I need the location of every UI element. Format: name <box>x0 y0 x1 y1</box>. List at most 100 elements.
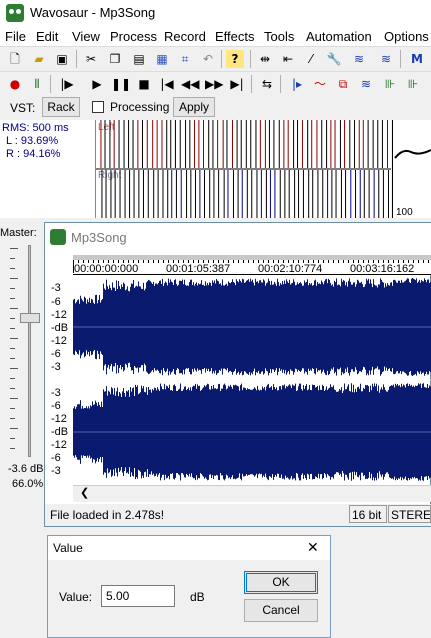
dialog-title-bar <box>48 536 330 560</box>
scale-label: -dB <box>51 322 69 334</box>
master-label: Master: <box>0 227 37 239</box>
fast-forward-icon[interactable]: ▶▶ <box>205 75 223 93</box>
scale-label: -dB <box>51 426 69 438</box>
left-rms-value: L : 93.69% <box>6 135 59 147</box>
timeline-label: 00:03:16:162 <box>350 263 415 275</box>
eq-icon[interactable]: ⊪ <box>404 75 422 93</box>
right-rms-value: R : 94.16% <box>6 148 61 160</box>
analysis-icon[interactable]: ⊪ <box>381 75 399 93</box>
menu-view[interactable]: View <box>72 29 100 44</box>
ok-button[interactable]: OK <box>244 571 318 594</box>
record-icon[interactable]: ● <box>6 75 24 93</box>
paste-special-icon[interactable]: ▦ <box>153 50 171 68</box>
rewind-icon[interactable]: ◀◀ <box>181 75 199 93</box>
meter-icon[interactable]: ⦀ <box>28 75 46 93</box>
level-scope: Left Right <box>95 120 391 218</box>
scale-label: -12 <box>51 413 67 425</box>
menu-edit[interactable]: Edit <box>36 29 58 44</box>
scale-label: -12 <box>51 335 67 347</box>
master-fader-thumb[interactable] <box>20 313 40 323</box>
processing-checkbox[interactable] <box>92 101 104 113</box>
processing-label: Processing <box>110 100 170 114</box>
waveform-icon[interactable]: ≋ <box>350 50 368 68</box>
help-icon[interactable]: ? <box>226 50 244 68</box>
toolbar-separator <box>76 50 77 68</box>
timeline-label: 00:02:10:774 <box>258 263 323 275</box>
paste-icon[interactable]: ▤ <box>130 50 148 68</box>
master-panel <box>0 222 44 492</box>
menu-automation[interactable]: Automation <box>306 29 372 44</box>
menu-record[interactable]: Record <box>164 29 206 44</box>
reverse-waveform-icon[interactable]: ≋ <box>377 50 395 68</box>
scale-label: -3 <box>51 282 61 294</box>
menu-effects[interactable]: Effects <box>215 29 255 44</box>
copy-region-icon[interactable]: ⧉ <box>334 75 352 93</box>
go-to-start-icon[interactable]: |◀ <box>158 75 176 93</box>
scroll-left-arrow-icon[interactable]: ❮ <box>80 486 89 499</box>
db-scale: -3 -6 -12 -dB -12 -6 -3 -3 -6 -12 -dB -1… <box>45 275 73 485</box>
scale-label: -12 <box>51 309 67 321</box>
menu-file[interactable]: File <box>5 29 26 44</box>
scale-label: -6 <box>51 400 61 412</box>
toolbar-separator <box>50 75 51 93</box>
document-icon <box>50 229 66 245</box>
transport-toolbar: ● ⦀ |▶ ▶ ❚❚ ■ |◀ ◀◀ ▶▶ ▶| ⇆ |▸ 〜 ⧉ ≋ ⊪ ⊪ <box>0 71 431 95</box>
save-icon[interactable]: ▣ <box>53 50 71 68</box>
fade-icon[interactable]: ⁄ <box>302 50 320 68</box>
scale-label: -3 <box>51 387 61 399</box>
open-folder-icon[interactable]: ▰ <box>30 50 48 68</box>
crop-icon[interactable]: ⌗ <box>176 50 194 68</box>
master-percent-value: 66.0% <box>12 478 44 490</box>
wavosaur-app-icon <box>6 4 24 22</box>
play-icon[interactable]: ▶ <box>88 75 106 93</box>
main-toolbar: 🗋 ▰ ▣ ✂ ❐ ▤ ▦ ⌗ ↶ ? ⇹ ⇤ ⁄ 🔧 ≋ ≋ M <box>0 46 431 70</box>
toolbar-separator <box>400 50 401 68</box>
scope-graph: Left Right <box>96 120 391 218</box>
loop-icon[interactable]: ⇆ <box>258 75 276 93</box>
scale-label: -6 <box>51 348 61 360</box>
normalize-icon[interactable]: ⇹ <box>256 50 274 68</box>
menu-process[interactable]: Process <box>110 29 157 44</box>
copy-icon[interactable]: ❐ <box>106 50 124 68</box>
stop-icon[interactable]: ■ <box>135 75 153 93</box>
waveform-display[interactable] <box>73 275 431 485</box>
wrench-icon[interactable]: 🔧 <box>325 50 343 68</box>
ruler-band <box>73 255 431 260</box>
scale-label: -6 <box>51 296 61 308</box>
bit-depth-indicator: 16 bit <box>349 505 387 523</box>
scale-label: -12 <box>51 439 67 451</box>
scale-label: -3 <box>51 465 61 477</box>
scale-label: -6 <box>51 452 61 464</box>
toolbar-separator <box>251 75 252 93</box>
envelope-icon[interactable]: 〜 <box>311 75 329 93</box>
spectrum-icon[interactable]: ≋ <box>357 75 375 93</box>
value-input[interactable] <box>101 585 175 607</box>
master-tick-marks <box>10 248 18 449</box>
menu-bar: File Edit View Process Record Effects To… <box>0 26 431 46</box>
master-db-value: -3.6 dB <box>8 463 44 475</box>
rack-button[interactable]: Rack <box>42 97 80 117</box>
timeline-label: 00:01:05:387 <box>166 263 231 275</box>
undo-icon[interactable]: ↶ <box>199 50 217 68</box>
window-title: Wavosaur - Mp3Song <box>30 5 156 20</box>
pause-icon[interactable]: ❚❚ <box>111 75 131 93</box>
trim-icon[interactable]: ⇤ <box>279 50 297 68</box>
apply-button[interactable]: Apply <box>173 97 215 117</box>
rms-panel: RMS: 500 ms L : 93.69% R : 94.16% <box>0 120 95 218</box>
status-message: File loaded in 2.478s! <box>50 508 165 522</box>
cut-icon[interactable]: ✂ <box>82 50 100 68</box>
play-from-start-icon[interactable]: |▶ <box>58 75 76 93</box>
marker-icon[interactable]: M <box>408 50 426 68</box>
go-to-end-icon[interactable]: ▶| <box>228 75 246 93</box>
master-fader-track[interactable] <box>28 245 31 457</box>
cancel-button[interactable]: Cancel <box>244 599 318 622</box>
horizontal-scrollbar[interactable] <box>73 485 431 502</box>
dialog-title: Value <box>53 541 83 555</box>
new-file-icon[interactable]: 🗋 <box>6 50 24 68</box>
close-icon[interactable]: ✕ <box>307 539 319 556</box>
scope-scale-max: 100 <box>396 207 413 218</box>
menu-options[interactable]: Options <box>384 29 429 44</box>
insert-marker-icon[interactable]: |▸ <box>288 75 306 93</box>
unit-label: dB <box>190 590 205 604</box>
menu-tools[interactable]: Tools <box>264 29 294 44</box>
